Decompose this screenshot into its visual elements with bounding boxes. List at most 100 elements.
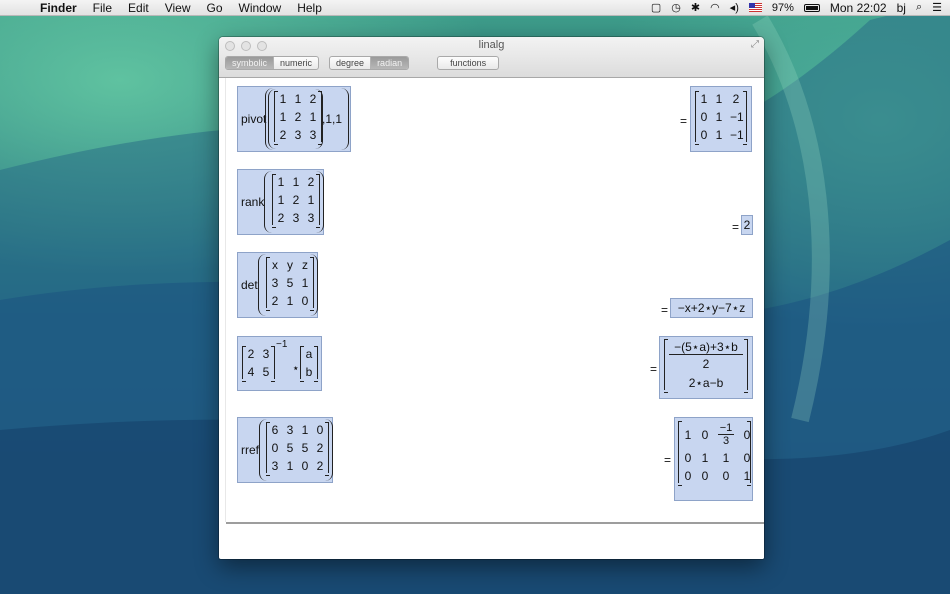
fraction-numerator: −1 xyxy=(717,422,735,435)
matrix-cell: 1 xyxy=(743,469,751,483)
time-machine-icon[interactable]: ◷ xyxy=(671,1,681,14)
matrix-cell: 5 xyxy=(301,441,309,455)
fraction-denominator: 3 xyxy=(722,435,730,447)
fraction-cell: −1 3 xyxy=(717,422,735,447)
expression-box[interactable]: 2 3 4 5 −1 ⋆ a b xyxy=(237,336,322,391)
expression-box[interactable]: pivot 1 1 2 1 2 1 2 3 3 ,1,1 xyxy=(237,86,351,152)
volume-icon[interactable]: ◂) xyxy=(730,1,739,14)
expression-box[interactable]: det x y z 3 5 1 2 1 0 xyxy=(237,252,318,318)
matrix-cell: 0 xyxy=(700,128,708,142)
matrix-cell: 1 xyxy=(301,423,309,437)
expression-box[interactable]: rref 6 3 1 0 0 5 5 2 3 1 0 2 xyxy=(237,417,333,483)
symbolic-button[interactable]: symbolic xyxy=(226,57,275,69)
menu-help[interactable]: Help xyxy=(289,1,330,15)
matrix-cell: 1 xyxy=(301,276,309,290)
input-matrix: 2 3 4 5 xyxy=(242,346,275,382)
matrix-cell: 0 xyxy=(684,451,692,465)
matrix-cell: 3 xyxy=(286,423,294,437)
matrix-cell: 0 xyxy=(316,423,324,437)
result-row: 2⋆a−b xyxy=(688,376,724,390)
matrix-cell: 2 xyxy=(316,459,324,473)
expression-box[interactable]: rank 1 1 2 1 2 1 2 3 3 xyxy=(237,169,324,235)
result-box[interactable]: 2 xyxy=(741,215,753,235)
matrix-cell: x xyxy=(272,258,278,272)
matrix-cell: 3 xyxy=(271,459,279,473)
matrix-cell: 1 xyxy=(715,128,723,142)
matrix-cell: 0 xyxy=(301,294,309,308)
matrix-cell: 1 xyxy=(286,459,294,473)
menu-go[interactable]: Go xyxy=(199,1,231,15)
result-denominator: 2 xyxy=(702,357,710,371)
matrix-cell: 0 xyxy=(701,427,709,442)
matrix-cell: 1 xyxy=(292,175,300,189)
matrix-cell: 2 xyxy=(292,193,300,207)
result-box[interactable]: −(5⋆a)+3⋆b 2 2⋆a−b xyxy=(659,336,753,399)
window-title: linalg xyxy=(478,39,505,51)
linalg-window: linalg ⤢ symbolic numeric degree radian … xyxy=(219,37,764,559)
flag-icon[interactable] xyxy=(748,3,762,12)
input-matrix: x y z 3 5 1 2 1 0 xyxy=(266,257,314,311)
menu-view[interactable]: View xyxy=(157,1,199,15)
mode-segment: symbolic numeric xyxy=(225,56,320,70)
bluetooth-icon[interactable]: ✱ xyxy=(691,1,700,14)
matrix-cell: 0 xyxy=(722,469,730,483)
equals-sign: = xyxy=(680,114,688,128)
matrix-cell: 2 xyxy=(247,347,255,361)
worksheet: pivot 1 1 2 1 2 1 2 3 3 ,1,1 = 1 1 2 0 1… xyxy=(219,78,764,522)
clock[interactable]: Mon 22:02 xyxy=(830,1,887,15)
matrix-cell: 1 xyxy=(307,193,315,207)
matrix-cell: 3 xyxy=(307,211,315,225)
matrix-cell: z xyxy=(302,258,308,272)
matrix-cell: 2 xyxy=(271,294,279,308)
matrix-cell: 3 xyxy=(271,276,279,290)
matrix-cell: 4 xyxy=(247,365,255,379)
expression-input[interactable] xyxy=(226,522,764,559)
square-icon[interactable]: ▢ xyxy=(651,1,661,14)
result-vector: −(5⋆a)+3⋆b 2 2⋆a−b xyxy=(664,339,748,393)
matrix-cell: 1 xyxy=(286,294,294,308)
result-numerator: −(5⋆a)+3⋆b xyxy=(669,340,743,355)
matrix-cell: 1 xyxy=(700,92,708,106)
input-matrix: 6 3 1 0 0 5 5 2 3 1 0 2 xyxy=(266,422,329,476)
menu-edit[interactable]: Edit xyxy=(120,1,157,15)
result-value: 2 xyxy=(743,218,751,232)
paren xyxy=(265,88,349,150)
function-name: det xyxy=(241,278,258,292)
angle-segment: degree radian xyxy=(329,56,410,70)
matrix-cell: 0 xyxy=(743,451,751,465)
numeric-button[interactable]: numeric xyxy=(274,57,318,69)
matrix-cell: 1 xyxy=(684,427,692,442)
radian-button[interactable]: radian xyxy=(371,57,409,69)
equals-sign: = xyxy=(664,453,672,467)
list-icon[interactable]: ☰ xyxy=(932,1,942,14)
result-box[interactable]: −x+2⋆y−7⋆z xyxy=(670,298,753,318)
result-box[interactable]: 1 1 2 0 1 −1 0 1 −1 xyxy=(690,86,752,152)
exponent: −1 xyxy=(276,339,288,350)
wifi-icon[interactable]: ◠ xyxy=(710,1,720,14)
battery-icon[interactable] xyxy=(803,3,820,12)
battery-percent[interactable]: 97% xyxy=(772,2,794,14)
matrix-cell: 3 xyxy=(292,211,300,225)
matrix-cell: 0 xyxy=(701,469,709,483)
result-expression: −x+2⋆y−7⋆z xyxy=(677,301,746,315)
search-icon[interactable]: ⌕ xyxy=(916,1,922,14)
equals-sign: = xyxy=(650,362,658,376)
functions-button[interactable]: functions xyxy=(437,56,500,70)
menu-app-finder[interactable]: Finder xyxy=(38,1,85,15)
fullscreen-icon[interactable]: ⤢ xyxy=(751,39,759,50)
menu-window[interactable]: Window xyxy=(231,1,290,15)
input-matrix: 1 1 2 1 2 1 2 3 3 xyxy=(272,174,320,228)
multiply-operator: ⋆ xyxy=(292,361,300,375)
equals-sign: = xyxy=(661,303,669,317)
matrix-cell: 1 xyxy=(722,451,730,465)
matrix-cell: 1 xyxy=(715,92,723,106)
user-name[interactable]: bj xyxy=(897,1,906,15)
menu-file[interactable]: File xyxy=(85,1,120,15)
matrix-cell: −1 xyxy=(730,110,744,124)
result-box[interactable]: 1 0 −1 3 0 0 1 1 0 0 0 0 1 xyxy=(674,417,753,501)
degree-button[interactable]: degree xyxy=(330,57,372,69)
matrix-cell: 5 xyxy=(262,365,270,379)
matrix-cell: −1 xyxy=(730,128,744,142)
equals-sign: = xyxy=(732,220,740,234)
matrix-cell: 0 xyxy=(743,427,751,442)
